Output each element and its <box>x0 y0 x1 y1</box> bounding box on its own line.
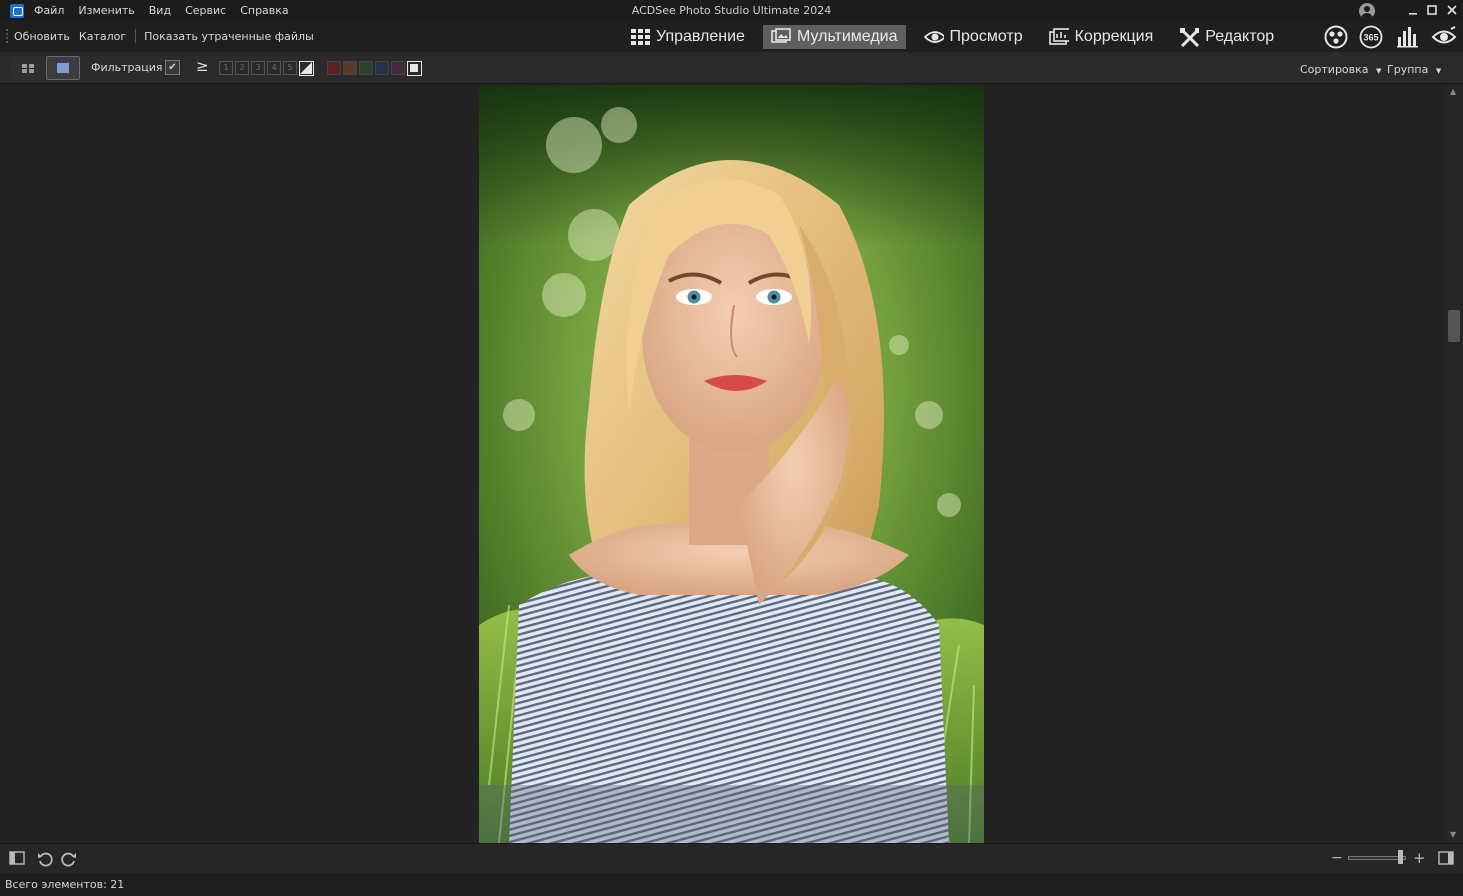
portrait-photo-image <box>479 85 984 843</box>
luminosity-button[interactable] <box>1431 25 1457 52</box>
panel-left-icon <box>9 851 25 865</box>
cloud-365-icon: 365 <box>1359 25 1383 49</box>
tab-label: Редактор <box>1205 28 1275 45</box>
plus-icon: + <box>1413 849 1426 867</box>
rotate-right-button[interactable] <box>61 851 77 870</box>
rotate-left-button[interactable] <box>37 851 53 870</box>
menu-view[interactable]: Вид <box>149 4 171 17</box>
people-icon <box>1324 25 1348 49</box>
group-dropdown[interactable]: Группа ▼ <box>1387 63 1441 76</box>
tab-label: Коррекция <box>1074 28 1154 45</box>
filter-label: Фильтрация <box>91 61 163 74</box>
status-bar: Всего элементов: 21 <box>0 873 1463 896</box>
edit-tools-icon <box>1179 28 1200 47</box>
scroll-thumb[interactable] <box>1448 310 1460 342</box>
no-rating-filter[interactable] <box>299 61 314 76</box>
tab-view[interactable]: Просмотр <box>916 25 1031 49</box>
displayed-photo[interactable] <box>479 85 984 843</box>
bottom-toolbar: − + <box>0 843 1463 873</box>
grid-icon <box>630 28 650 46</box>
item-count: Всего элементов: 21 <box>5 878 125 891</box>
color-label-green[interactable] <box>359 61 373 75</box>
close-icon <box>1447 5 1457 15</box>
svg-text:365: 365 <box>1363 33 1378 43</box>
toggle-left-panel-button[interactable] <box>9 851 25 868</box>
zoom-slider-thumb[interactable] <box>1398 850 1403 864</box>
zoom-out-button[interactable]: − <box>1331 850 1343 866</box>
chevron-down-icon: ▼ <box>1435 67 1442 75</box>
no-color-label-filter[interactable] <box>407 61 422 76</box>
rating-filter-2[interactable]: 2 <box>235 61 249 75</box>
minimize-icon <box>1409 13 1417 15</box>
scroll-down-icon[interactable]: ▼ <box>1450 830 1456 839</box>
minimize-button[interactable] <box>1404 2 1422 20</box>
eye-icon <box>923 28 944 46</box>
tab-label: Мультимедиа <box>796 28 898 45</box>
eye-swirl-icon <box>1431 26 1457 44</box>
menu-edit[interactable]: Изменить <box>78 4 134 17</box>
chevron-down-icon: ▼ <box>1376 67 1382 75</box>
rotate-left-icon <box>38 852 53 867</box>
rating-filter-4[interactable]: 4 <box>267 61 281 75</box>
acdsee-365-button[interactable]: 365 <box>1359 25 1383 52</box>
app-logo-icon[interactable] <box>10 4 24 18</box>
rating-filter-1[interactable]: 1 <box>219 61 233 75</box>
sort-dropdown[interactable]: Сортировка ▼ <box>1300 63 1381 76</box>
vertical-scrollbar[interactable]: ▲ ▼ <box>1445 85 1463 843</box>
group-label: Группа <box>1387 63 1429 76</box>
half-square-icon <box>300 62 312 74</box>
divider <box>135 29 137 43</box>
people-button[interactable] <box>1324 25 1348 52</box>
toolbar-grip <box>6 29 8 43</box>
scroll-up-icon[interactable]: ▲ <box>1450 87 1456 96</box>
rotate-right-icon <box>61 852 76 867</box>
greater-or-equal-icon[interactable]: ≥ <box>196 57 209 75</box>
bar-chart-icon <box>1397 27 1418 48</box>
media-icon <box>771 28 791 46</box>
mode-bar: Обновить Каталог Показать утраченные фай… <box>0 22 1463 52</box>
tab-develop[interactable]: Коррекция <box>1041 25 1162 49</box>
tab-manage[interactable]: Управление <box>622 25 753 49</box>
color-label-orange[interactable] <box>343 61 357 75</box>
sort-label: Сортировка <box>1300 63 1369 76</box>
menu-bar: Файл Изменить Вид Сервис Справка <box>34 4 303 17</box>
dashboard-button[interactable] <box>1396 25 1420 52</box>
filter-checkbox[interactable]: ✔ <box>165 60 180 75</box>
color-label-purple[interactable] <box>391 61 405 75</box>
mode-tabs: Управление Мультимедиа Просмотр Коррекци… <box>622 25 1292 49</box>
color-label-blue[interactable] <box>375 61 389 75</box>
zoom-in-button[interactable]: + <box>1413 849 1426 867</box>
refresh-link[interactable]: Обновить <box>14 30 70 43</box>
tab-edit[interactable]: Редактор <box>1171 25 1282 49</box>
single-image-icon <box>57 63 69 73</box>
show-lost-files-link[interactable]: Показать утраченные файлы <box>144 30 314 43</box>
catalog-link[interactable]: Каталог <box>79 30 126 43</box>
minus-icon: − <box>1331 850 1343 866</box>
single-view-button[interactable] <box>46 56 80 80</box>
toggle-right-panel-button[interactable] <box>1438 851 1454 868</box>
quick-links: Обновить Каталог Показать утраченные фай… <box>6 29 323 43</box>
rating-filter-3[interactable]: 3 <box>251 61 265 75</box>
filled-square-icon <box>410 64 418 72</box>
develop-icon <box>1048 28 1069 46</box>
tab-media[interactable]: Мультимедиа <box>762 25 906 49</box>
panel-right-icon <box>1438 851 1454 865</box>
rating-filter-5[interactable]: 5 <box>283 61 297 75</box>
maximize-icon <box>1427 5 1437 15</box>
menu-help[interactable]: Справка <box>240 4 288 17</box>
thumbnails-icon <box>22 64 34 73</box>
account-icon[interactable] <box>1359 3 1375 19</box>
menu-file[interactable]: Файл <box>34 4 64 17</box>
tab-label: Управление <box>656 28 745 45</box>
filmstrip-view-button[interactable] <box>11 56 45 80</box>
close-button[interactable] <box>1443 2 1461 20</box>
image-viewer[interactable] <box>0 85 1445 843</box>
maximize-button[interactable] <box>1423 2 1441 20</box>
menu-tools[interactable]: Сервис <box>185 4 226 17</box>
color-label-red[interactable] <box>327 61 341 75</box>
tab-label: Просмотр <box>949 28 1023 45</box>
title-bar: Файл Изменить Вид Сервис Справка ACDSee … <box>0 0 1463 22</box>
